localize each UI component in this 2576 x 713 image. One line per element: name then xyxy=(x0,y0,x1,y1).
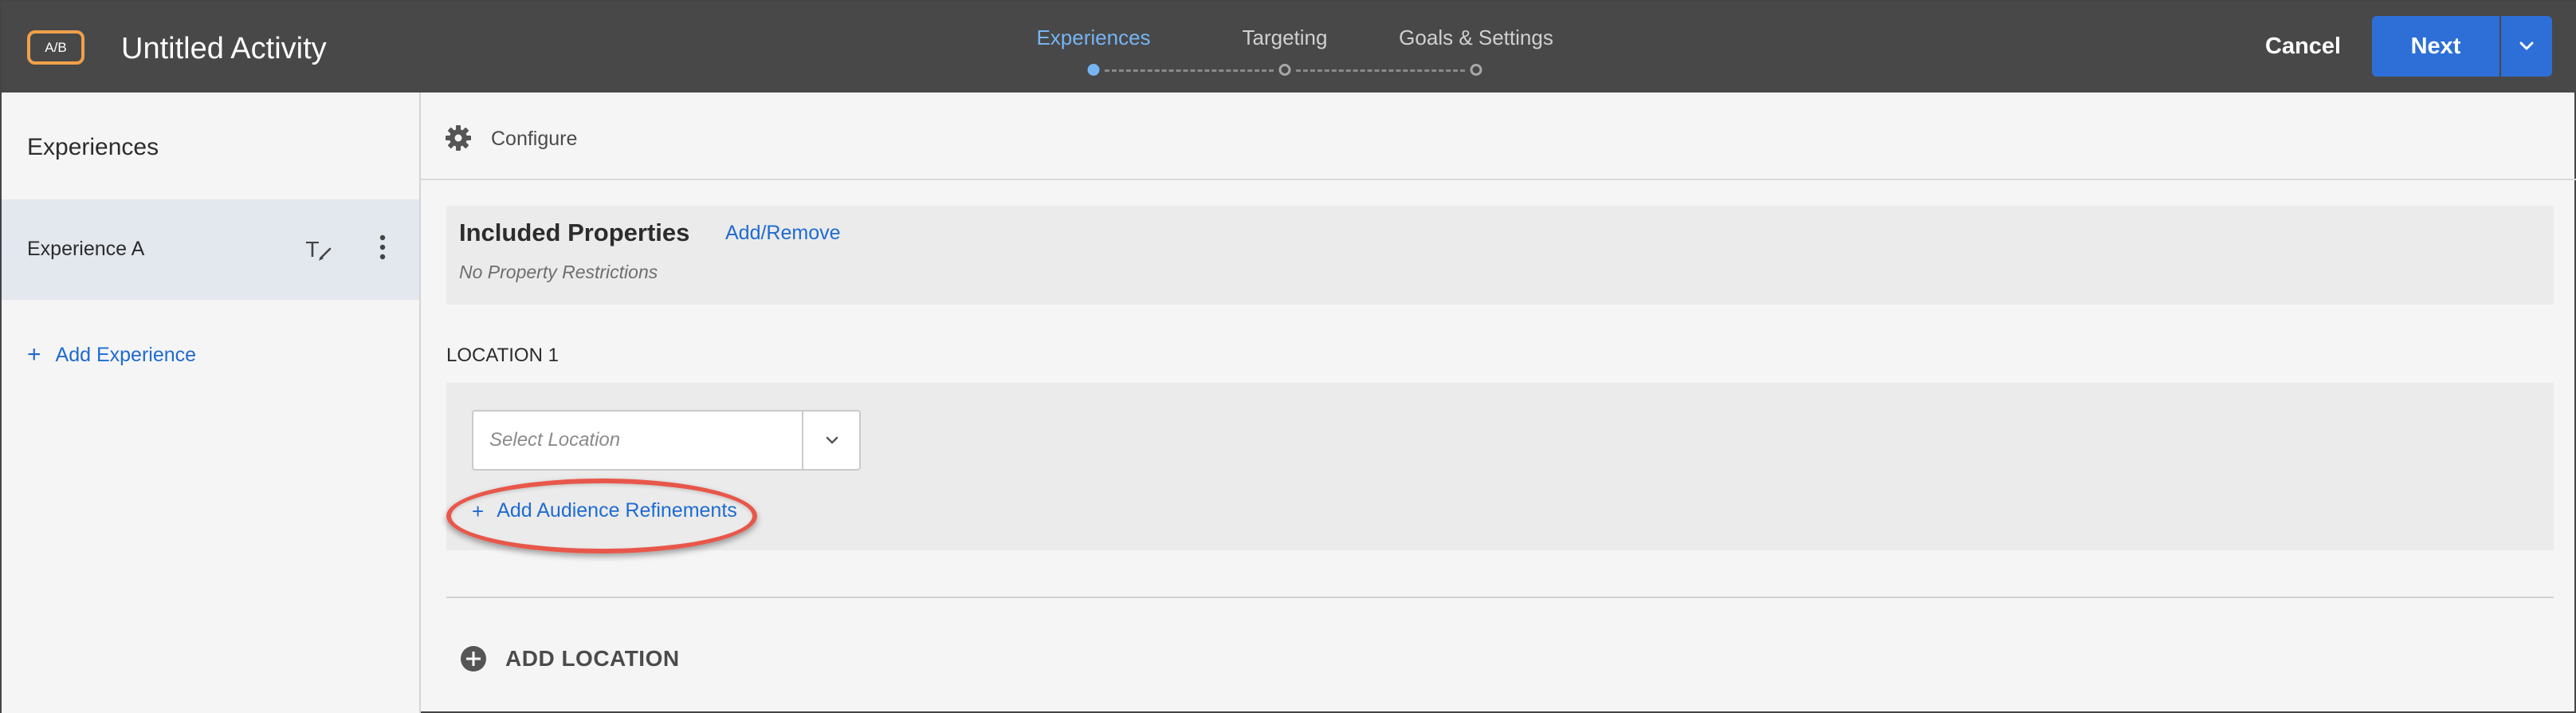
add-audience-refinements-label: Add Audience Refinements xyxy=(497,499,737,522)
top-header: A/B Untitled Activity Experiences Target… xyxy=(2,2,2576,93)
location-panel: Select Location + Add Audience Refinemen… xyxy=(446,383,2554,553)
activity-type-badge: A/B xyxy=(27,30,84,65)
property-restrictions-status: No Property Restrictions xyxy=(459,262,658,282)
configure-label: Configure xyxy=(491,128,578,150)
step-experiences[interactable]: Experiences xyxy=(1036,26,1150,50)
plus-icon: + xyxy=(472,498,485,523)
location-label: LOCATION 1 xyxy=(446,345,559,366)
add-location-label: ADD LOCATION xyxy=(505,646,680,671)
add-experience-button[interactable]: + Add Experience xyxy=(27,343,196,367)
section-divider xyxy=(446,597,2554,598)
chevron-down-icon xyxy=(2519,41,2534,50)
gear-icon xyxy=(446,125,471,151)
step-dot-goals-settings xyxy=(1470,64,1482,76)
location-select-placeholder: Select Location xyxy=(489,429,621,451)
sidebar-heading: Experiences xyxy=(27,134,159,160)
add-remove-link[interactable]: Add/Remove xyxy=(725,222,841,245)
step-connector xyxy=(1296,69,1465,72)
step-dot-targeting xyxy=(1278,64,1291,76)
cancel-button[interactable]: Cancel xyxy=(2265,30,2341,62)
experience-item[interactable]: Experience A T xyxy=(2,199,419,300)
workflow-steps: Experiences Targeting Goals & Settings xyxy=(1036,26,1580,81)
rename-icon[interactable]: T xyxy=(304,234,333,263)
plus-circle-icon xyxy=(461,646,486,672)
experiences-sidebar: Experiences Experience A T + Add Experie… xyxy=(2,93,421,713)
experience-name: Experience A xyxy=(27,238,145,260)
add-experience-label: Add Experience xyxy=(55,343,197,366)
add-audience-refinements-button[interactable]: + Add Audience Refinements xyxy=(472,499,737,522)
step-connector xyxy=(1105,69,1274,72)
location-select[interactable]: Select Location xyxy=(472,410,861,471)
chevron-down-icon[interactable] xyxy=(821,429,843,451)
svg-text:T: T xyxy=(305,238,319,262)
add-location-button[interactable]: ADD LOCATION xyxy=(459,644,680,673)
select-divider xyxy=(802,412,803,469)
included-properties-panel: Included Properties Add/Remove No Proper… xyxy=(446,206,2554,305)
next-options-button[interactable] xyxy=(2501,16,2552,77)
main-panel: Configure Included Properties Add/Remove… xyxy=(421,93,2576,713)
step-dot-experiences xyxy=(1087,64,1100,76)
step-goals-settings[interactable]: Goals & Settings xyxy=(1399,26,1553,50)
step-targeting[interactable]: Targeting xyxy=(1243,26,1328,50)
next-button[interactable]: Next xyxy=(2372,16,2499,77)
activity-title[interactable]: Untitled Activity xyxy=(121,30,327,67)
configure-bar[interactable]: Configure xyxy=(421,93,2576,180)
plus-icon: + xyxy=(27,341,41,368)
more-vertical-icon[interactable] xyxy=(368,231,397,263)
included-properties-title: Included Properties xyxy=(459,219,690,246)
